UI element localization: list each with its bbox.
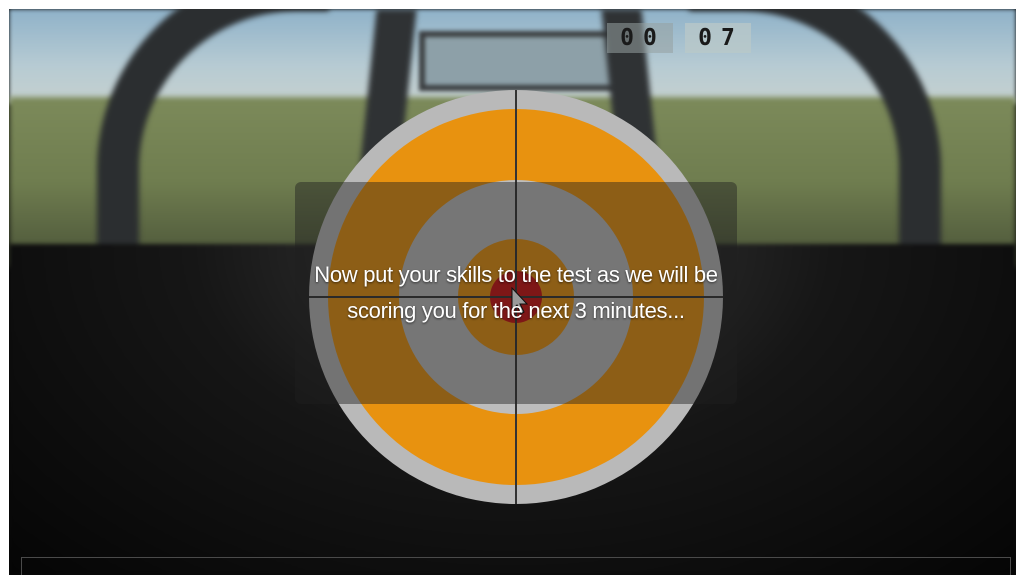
- timer-seconds: 07: [685, 23, 751, 53]
- bottom-bar: [21, 557, 1011, 575]
- timer-minutes: 00: [607, 23, 673, 53]
- cockpit-mirror: [419, 31, 631, 91]
- game-viewport[interactable]: Now put your skills to the test as we wi…: [9, 9, 1016, 575]
- instruction-message: Now put your skills to the test as we wi…: [314, 262, 718, 323]
